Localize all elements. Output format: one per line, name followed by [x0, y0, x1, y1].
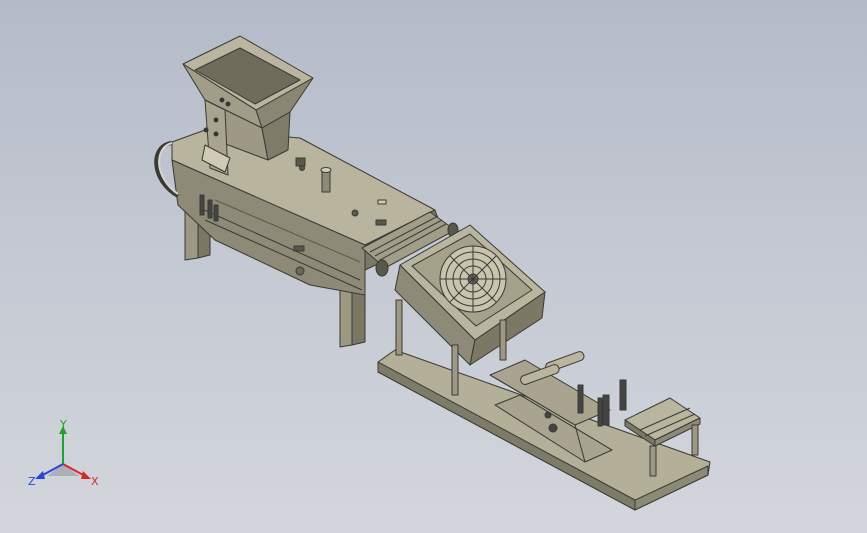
y-axis-label: Y [59, 418, 67, 431]
x-axis-arrow [81, 471, 91, 479]
orientation-triad[interactable]: Y X Z [25, 418, 105, 498]
z-axis-label: Z [28, 475, 36, 488]
cad-viewport[interactable]: Y X Z [0, 0, 867, 533]
machine-assembly-model[interactable] [0, 0, 867, 533]
z-axis-arrow [35, 471, 45, 479]
x-axis-label: X [91, 475, 99, 488]
